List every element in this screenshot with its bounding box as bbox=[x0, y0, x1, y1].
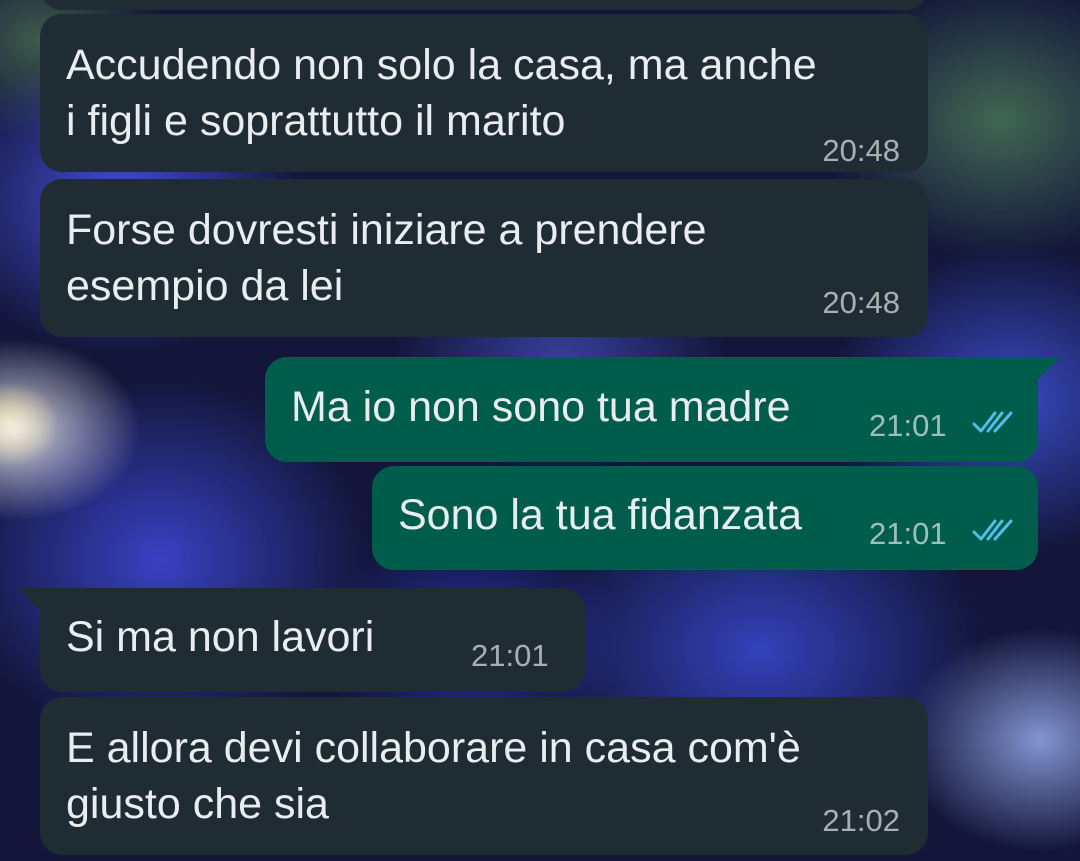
chat-background: Accudendo non solo la casa, ma anche i f… bbox=[0, 0, 1080, 861]
message-bubble-incoming[interactable]: E allora devi collaborare in casa com'è … bbox=[40, 697, 928, 855]
message-text-line: Forse dovresti iniziare a prendere bbox=[66, 206, 707, 254]
message-text-line: Si ma non lavori bbox=[66, 613, 375, 661]
message-text: Si ma non lavori bbox=[66, 609, 374, 665]
read-double-check-icon bbox=[972, 411, 1013, 433]
message-bubble-outgoing[interactable]: Sono la tua fidanzata 21:01 bbox=[372, 466, 1038, 570]
message-text: Sono la tua fidanzata bbox=[398, 487, 802, 543]
message-bubble-incoming[interactable]: Accudendo non solo la casa, ma anche i f… bbox=[40, 14, 928, 172]
message-timestamp: 21:01 bbox=[869, 516, 947, 551]
message-text-line: Sono la tua fidanzata bbox=[398, 491, 803, 539]
message-timestamp: 20:48 bbox=[822, 285, 900, 320]
message-text-line: Ma io non sono tua madre bbox=[291, 383, 791, 431]
message-text: Ma io non sono tua madre bbox=[291, 379, 791, 435]
message-text: E allora devi collaborare in casa com'è … bbox=[66, 720, 801, 832]
message-bubble-incoming[interactable]: Si ma non lavori 21:01 bbox=[40, 588, 585, 692]
message-timestamp: 21:01 bbox=[869, 408, 947, 443]
message-text-line: giusto che sia bbox=[66, 780, 329, 828]
message-text-line: E allora devi collaborare in casa com'è bbox=[66, 724, 801, 772]
bubble-tail bbox=[18, 588, 42, 612]
message-text-line: Accudendo non solo la casa, ma anche bbox=[66, 41, 817, 89]
message-text-line: esempio da lei bbox=[66, 262, 344, 310]
message-bubble-incoming[interactable]: Forse dovresti iniziare a prendere esemp… bbox=[40, 179, 928, 337]
message-bubble-outgoing[interactable]: Ma io non sono tua madre 21:01 bbox=[265, 357, 1038, 462]
message-text: Forse dovresti iniziare a prendere esemp… bbox=[66, 202, 707, 314]
message-text: Accudendo non solo la casa, ma anche i f… bbox=[66, 37, 817, 149]
message-text-line: i figli e soprattutto il marito bbox=[66, 97, 566, 145]
read-double-check-icon bbox=[972, 519, 1013, 541]
message-timestamp: 21:01 bbox=[471, 638, 549, 673]
previous-message-bubble-edge bbox=[40, 0, 928, 10]
bubble-tail bbox=[1036, 357, 1060, 381]
message-timestamp: 20:48 bbox=[822, 133, 900, 168]
message-timestamp: 21:02 bbox=[822, 803, 900, 838]
